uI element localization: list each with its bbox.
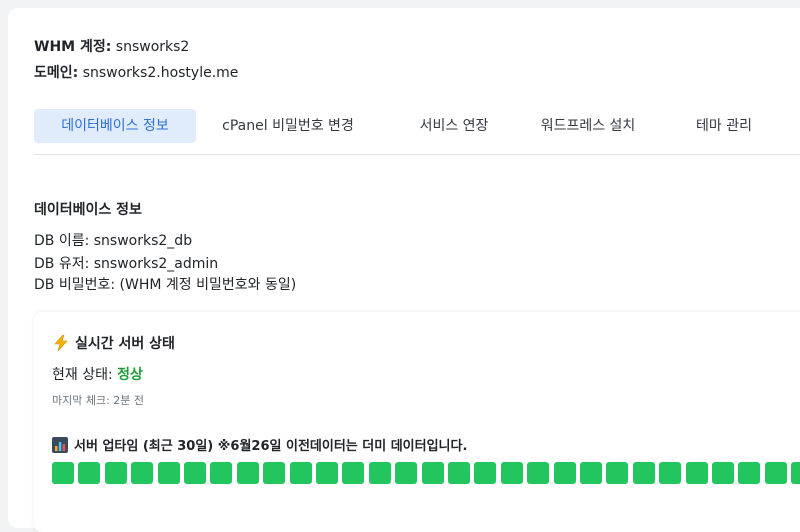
domain-label: 도메인: (34, 65, 79, 81)
uptime-day-block (104, 462, 127, 484)
server-status-title: 실시간 서버 상태 (52, 333, 175, 353)
current-status: 현재 상태: 정상 (52, 364, 143, 384)
uptime-day-block (131, 462, 154, 484)
uptime-title-text: 서버 업타임 (최근 30일) ※6월26일 이전데이터는 더미 데이터입니다. (74, 439, 468, 454)
tab-theme-manage[interactable]: 테마 관리 (674, 109, 774, 143)
uptime-day-block (342, 462, 365, 484)
bar-chart-icon (52, 437, 68, 453)
domain-value: snsworks2.hostyle.me (82, 65, 239, 81)
current-status-value: 정상 (117, 367, 143, 383)
uptime-day-block (791, 462, 800, 484)
uptime-day-block (395, 462, 418, 484)
db-user: DB 유저: snsworks2_admin (34, 256, 219, 272)
uptime-day-block (580, 462, 602, 484)
uptime-day-block (659, 462, 682, 484)
tab-bar: 데이터베이스 정보 cPanel 비밀번호 변경 서비스 연장 워드프레스 설치… (34, 109, 800, 155)
uptime-day-block (474, 462, 497, 484)
uptime-day-block (448, 462, 470, 484)
tab-service-extend[interactable]: 서비스 연장 (394, 109, 514, 143)
uptime-day-block (52, 462, 74, 484)
tab-database-info[interactable]: 데이터베이스 정보 (34, 109, 196, 143)
server-status-title-text: 실시간 서버 상태 (75, 336, 175, 352)
uptime-day-block (738, 462, 761, 484)
uptime-day-block (289, 462, 312, 484)
tab-wordpress-install[interactable]: 워드프레스 설치 (520, 109, 656, 143)
db-password: DB 비밀번호: (WHM 계정 비밀번호와 동일) (34, 277, 297, 293)
uptime-day-block (712, 462, 734, 484)
database-section-title: 데이터베이스 정보 (34, 202, 142, 218)
uptime-day-block (500, 462, 523, 484)
uptime-day-block (527, 462, 550, 484)
uptime-day-block (236, 462, 259, 484)
uptime-day-block (316, 462, 338, 484)
uptime-day-block (685, 462, 708, 484)
uptime-day-block (764, 462, 787, 484)
uptime-day-block (632, 462, 655, 484)
uptime-day-block (553, 462, 576, 484)
server-status-panel: 실시간 서버 상태 현재 상태: 정상 마지막 체크: 2분 전 서버 업타임 … (34, 312, 800, 532)
domain: 도메인: snsworks2.hostyle.me (34, 62, 238, 82)
uptime-day-block (157, 462, 180, 484)
uptime-day-block (210, 462, 233, 484)
db-name: DB 이름: snsworks2_db (34, 233, 193, 249)
lightning-icon (54, 335, 68, 351)
uptime-day-block (78, 462, 101, 484)
whm-account-label: WHM 계정: (34, 39, 112, 55)
uptime-day-block (421, 462, 444, 484)
whm-account-value: snsworks2 (115, 39, 190, 55)
current-status-label: 현재 상태: (52, 367, 113, 383)
uptime-day-block (184, 462, 206, 484)
uptime-day-block (368, 462, 391, 484)
uptime-day-block (606, 462, 629, 484)
whm-account: WHM 계정: snsworks2 (34, 36, 189, 56)
last-check: 마지막 체크: 2분 전 (52, 394, 145, 407)
uptime-day-block (263, 462, 286, 484)
main-card: WHM 계정: snsworks2 도메인: snsworks2.hostyle… (8, 8, 800, 532)
uptime-title: 서버 업타임 (최근 30일) ※6월26일 이전데이터는 더미 데이터입니다. (52, 435, 467, 454)
tab-cpanel-password[interactable]: cPanel 비밀번호 변경 (206, 109, 370, 143)
